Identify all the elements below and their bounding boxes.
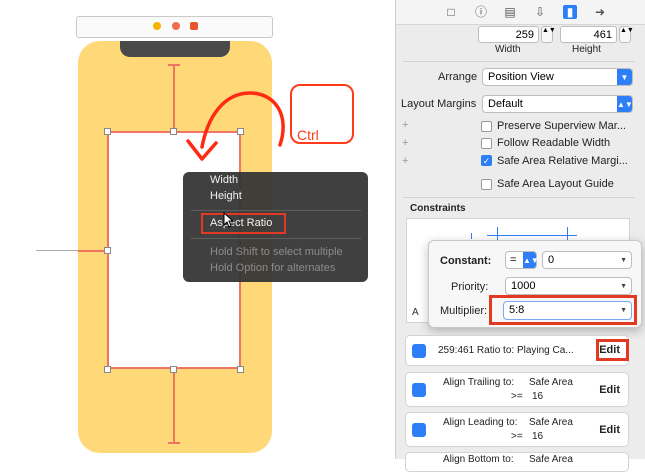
priority-label: Priority: [451,281,489,293]
safe-area-relative-label: Safe Area Relative Margi... [497,155,628,167]
ratio-text: 259:461 Ratio to: Playing Ca... [438,345,574,356]
priority-value: 1000 [511,280,536,292]
exit-icon[interactable] [190,22,198,30]
drag-arrow-annotation [186,91,285,161]
bottom-target: Safe Area [529,454,573,465]
resize-handle[interactable] [104,128,111,135]
constraint-card-bottom[interactable]: Align Bottom to: Safe Area [405,452,629,472]
menu-item-width[interactable]: Width [210,174,238,186]
resize-handle[interactable] [104,247,111,254]
mouse-cursor-icon [223,212,235,228]
chevron-updown-icon: ▲▼ [523,252,539,268]
divider [403,61,635,62]
height-label: Height [572,44,601,55]
menu-separator [191,238,361,239]
priority-field[interactable]: 1000 ▼ [505,277,632,295]
ctrl-label: Ctrl [297,127,319,143]
constant-label: Constant: [440,255,492,267]
leading-value: 16 [532,431,544,442]
preserve-superview-label: Preserve Superview Mar... [497,120,626,132]
scene-dock [76,16,273,38]
leading-constraint-line [78,250,107,252]
chevron-down-icon: ▼ [620,257,627,264]
constraint-card-trailing[interactable]: Align Trailing to: Safe Area >= 16 Edit [405,372,629,407]
safe-area-relative-checkbox[interactable]: ✓ [481,155,492,166]
constant-value: 0 [548,254,555,266]
bottom-constraint-line [173,369,175,444]
resize-handle[interactable] [237,366,244,373]
first-responder-icon[interactable] [172,22,180,30]
chevron-down-icon: ▼ [617,69,632,85]
width-stepper[interactable]: ▲▼ [541,26,556,43]
bottom-text: Align Bottom to: [443,454,514,465]
identity-inspector-icon[interactable]: ▤ [503,5,517,19]
aspect-ratio-icon [412,344,426,358]
menu-hint-option: Hold Option for alternates [210,262,336,274]
follow-readable-width-label: Follow Readable Width [497,137,611,149]
aspect-ratio-highlight [201,213,286,234]
multiplier-highlight [489,295,637,325]
relation-value: = [510,254,517,266]
multiplier-label: Multiplier: [440,305,488,317]
bottom-constraint-cap [168,442,180,444]
arrange-label: Arrange [438,71,478,83]
leading-guide-line [36,250,78,251]
menu-hint-shift: Hold Shift to select multiple [210,246,343,258]
leading-text: Align Leading to: [443,417,518,428]
resize-handle[interactable] [170,366,177,373]
edit-trailing-button[interactable]: Edit [599,384,620,396]
resize-handle[interactable] [104,366,111,373]
constraints-heading: Constraints [410,203,466,214]
trailing-op: >= [511,391,523,402]
menu-separator [191,210,361,211]
arrange-value: Position View [488,71,554,83]
add-variation-icon[interactable]: + [402,119,408,131]
edit-highlight [596,339,629,361]
trailing-target: Safe Area [529,377,573,388]
width-label: Width [495,44,521,55]
attributes-inspector-icon[interactable]: ⇩ [533,5,547,19]
help-inspector-icon[interactable]: ⓘ [474,5,488,19]
menu-item-height[interactable]: Height [210,190,242,202]
view-controller-icon[interactable] [153,22,161,30]
inspector-toolbar [396,0,645,25]
layout-margins-popup[interactable]: Default ▲▼ [482,95,633,113]
constraint-card-leading[interactable]: Align Leading to: Safe Area >= 16 Edit [405,412,629,447]
add-variation-icon[interactable]: + [402,155,408,167]
width-field[interactable]: 259 [478,26,539,43]
preserve-superview-checkbox[interactable] [481,121,492,132]
top-constraint-cap [168,64,180,66]
height-field[interactable]: 461 [560,26,617,43]
edit-leading-button[interactable]: Edit [599,424,620,436]
top-constraint-line [173,64,175,131]
layout-margins-value: Default [488,98,523,110]
relation-popup[interactable]: = ▲▼ [505,251,539,269]
leading-op: >= [511,431,523,442]
phone-notch [120,41,230,57]
add-variation-icon[interactable]: + [402,137,408,149]
resize-handle[interactable] [170,128,177,135]
trailing-value: 16 [532,391,544,402]
align-leading-icon [412,423,426,437]
size-inspector-icon[interactable]: ▮ [563,5,577,19]
trailing-text: Align Trailing to: [443,377,515,388]
leading-target: Safe Area [529,417,573,428]
chevron-updown-icon: ▲▼ [617,96,633,112]
safe-area-layout-guide-checkbox[interactable] [481,179,492,190]
file-inspector-icon[interactable]: □ [444,5,458,19]
connections-inspector-icon[interactable]: ➜ [593,5,607,19]
safe-area-layout-guide-label: Safe Area Layout Guide [497,178,614,190]
align-trailing-icon [412,383,426,397]
height-stepper[interactable]: ▲▼ [619,26,634,43]
follow-readable-width-checkbox[interactable] [481,138,492,149]
arrange-popup[interactable]: Position View ▼ [482,68,633,86]
divider [403,197,635,198]
layout-margins-label: Layout Margins [401,98,477,110]
constant-field[interactable]: 0 ▼ [542,251,632,269]
chevron-down-icon: ▼ [620,283,627,290]
